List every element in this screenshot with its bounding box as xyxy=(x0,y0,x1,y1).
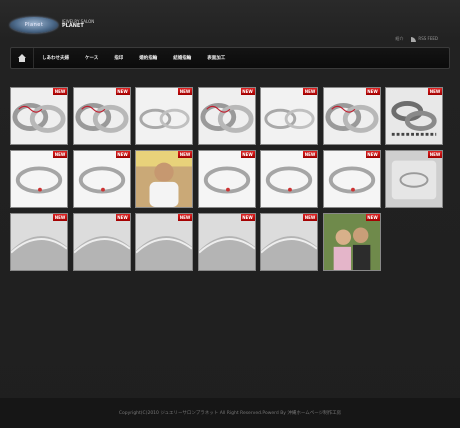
nav-item-engagement-rings[interactable]: 婚約指輪 xyxy=(131,48,165,68)
home-icon xyxy=(18,54,26,62)
nav-item-surface-finish[interactable]: 表面加工 xyxy=(199,48,233,68)
rings-pair-thumbnail[interactable]: NEW xyxy=(322,87,381,145)
new-badge: NEW xyxy=(115,214,130,221)
ring-thumbnail[interactable]: NEW xyxy=(322,150,381,208)
rings-pair-thumbnail[interactable]: NEW xyxy=(135,87,193,145)
footer: Copyright(C)2010 ジュエリーサロンプラネット All Right… xyxy=(0,398,460,428)
rss-link[interactable]: RSS FEED xyxy=(411,36,438,42)
home-button[interactable] xyxy=(11,48,34,68)
logo-subtitle-line2: PLANET xyxy=(62,23,84,29)
new-badge: NEW xyxy=(53,88,67,95)
utility-links: 紹介 RSS FEED xyxy=(395,36,438,42)
nav-item-wedding-rings[interactable]: 結婚指輪 xyxy=(165,48,199,68)
page: Planet JEWELRY SALON PLANET 紹介 RSS FEED … xyxy=(0,0,460,428)
rings-pair-thumbnail[interactable]: NEW xyxy=(10,87,68,145)
ring-box-thumbnail[interactable]: NEW xyxy=(385,150,443,208)
ring-closeup-thumbnail[interactable]: NEW xyxy=(10,213,68,271)
new-badge: NEW xyxy=(178,151,192,158)
customer-photo-thumbnail[interactable]: NEW xyxy=(135,150,193,208)
new-badge: NEW xyxy=(115,88,130,95)
rings-pair-thumbnail[interactable]: NEW xyxy=(72,87,131,145)
rss-icon xyxy=(411,36,417,42)
rings-pair-thumbnail[interactable]: NEW xyxy=(197,87,256,145)
new-badge: NEW xyxy=(53,214,67,221)
main-nav: しあわせ夫婦 ケース 指印 婚約指輪 結婚指輪 表面加工 xyxy=(10,47,450,69)
site-logo[interactable]: Planet JEWELRY SALON PLANET xyxy=(10,15,106,35)
new-badge: NEW xyxy=(428,88,442,95)
ring-closeup-thumbnail[interactable]: NEW xyxy=(72,213,131,271)
rings-stack-thumbnail[interactable]: NEW xyxy=(385,87,443,145)
nav-item-case[interactable]: ケース xyxy=(77,48,106,68)
new-badge: NEW xyxy=(240,88,255,95)
rss-label: RSS FEED xyxy=(418,36,438,42)
ring-closeup-thumbnail[interactable]: NEW xyxy=(135,213,193,271)
ring-thumbnail[interactable]: NEW xyxy=(10,150,68,208)
new-badge: NEW xyxy=(365,88,380,95)
rings-pair-thumbnail[interactable]: NEW xyxy=(260,87,318,145)
new-badge: NEW xyxy=(428,151,442,158)
logo-subtitle: JEWELRY SALON PLANET xyxy=(62,19,94,29)
ring-thumbnail[interactable]: NEW xyxy=(197,150,256,208)
new-badge: NEW xyxy=(303,88,317,95)
nav-item-couples[interactable]: しあわせ夫婦 xyxy=(34,48,77,68)
new-badge: NEW xyxy=(178,88,192,95)
nav-item-fingerprint[interactable]: 指印 xyxy=(106,48,131,68)
new-badge: NEW xyxy=(178,214,192,221)
new-badge: NEW xyxy=(240,214,255,221)
new-badge: NEW xyxy=(303,151,317,158)
new-badge: NEW xyxy=(240,151,255,158)
new-badge: NEW xyxy=(365,214,380,221)
ring-closeup-thumbnail[interactable]: NEW xyxy=(197,213,256,271)
new-badge: NEW xyxy=(303,214,317,221)
new-badge: NEW xyxy=(53,151,67,158)
new-badge: NEW xyxy=(115,151,130,158)
ring-thumbnail[interactable]: NEW xyxy=(260,150,318,208)
about-link[interactable]: 紹介 xyxy=(395,36,403,42)
ring-closeup-thumbnail[interactable]: NEW xyxy=(260,213,318,271)
ring-thumbnail[interactable]: NEW xyxy=(72,150,131,208)
new-badge: NEW xyxy=(365,151,380,158)
copyright-text: Copyright(C)2010 ジュエリーサロンプラネット All Right… xyxy=(118,411,342,416)
couple-photo-thumbnail[interactable]: NEW xyxy=(322,213,381,271)
logo-emblem: Planet xyxy=(10,17,58,33)
logo-text: Planet xyxy=(24,22,44,28)
